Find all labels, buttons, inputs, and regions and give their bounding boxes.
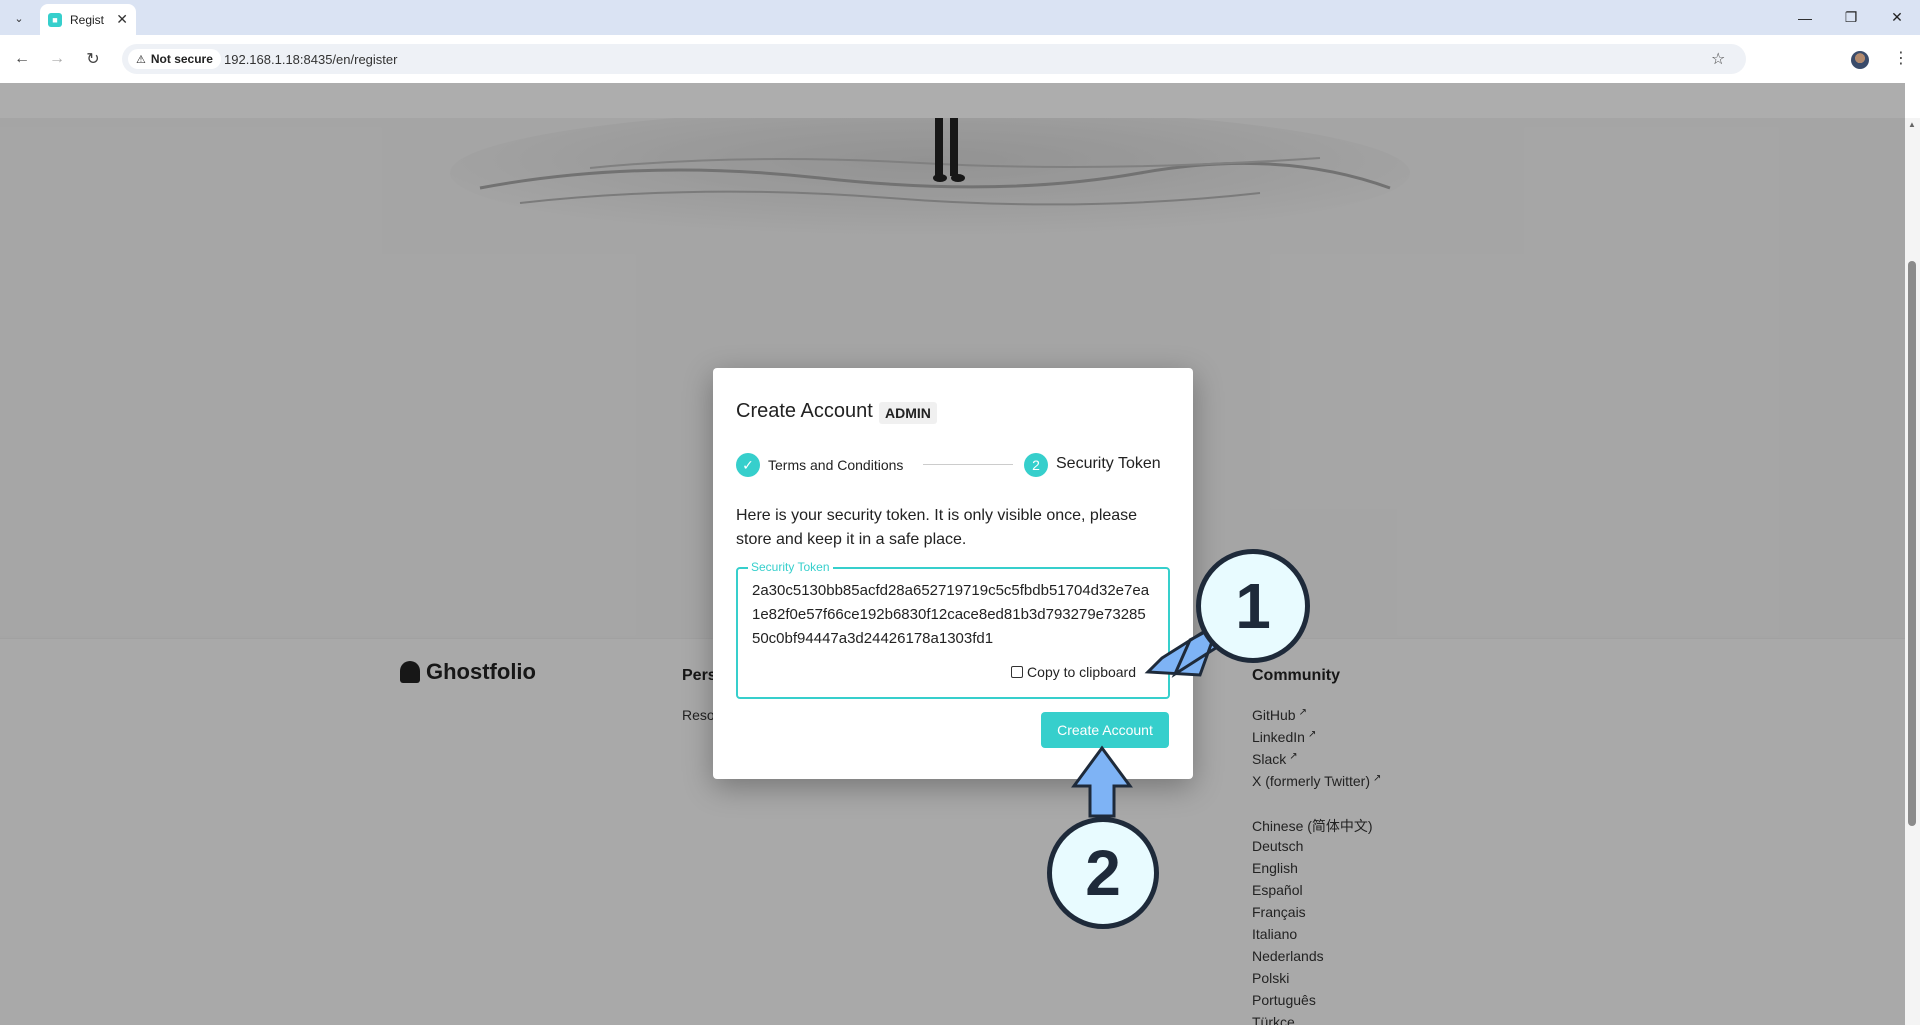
- reload-icon[interactable]: ↻: [82, 48, 104, 70]
- create-account-button[interactable]: Create Account: [1041, 712, 1169, 748]
- annotation-marker-1: 1: [1196, 549, 1310, 663]
- check-icon[interactable]: ✓: [736, 453, 760, 477]
- star-icon[interactable]: ☆: [1711, 49, 1725, 69]
- stepper-connector: [923, 464, 1013, 465]
- window-close-button[interactable]: ✕: [1874, 0, 1920, 35]
- security-token-field[interactable]: Security Token 2a30c5130bb85acfd28a65271…: [736, 560, 1170, 699]
- tab-title: Regist: [70, 12, 105, 27]
- active-tab[interactable]: ■ Regist ✕: [40, 4, 136, 35]
- scroll-up-arrow[interactable]: ▲: [1908, 120, 1916, 129]
- admin-badge: ADMIN: [879, 402, 937, 424]
- security-label: Not secure: [150, 52, 213, 66]
- create-account-dialog: Create Account ADMIN ✓ Terms and Conditi…: [713, 368, 1193, 779]
- warning-icon: ⚠: [136, 53, 146, 66]
- chevron-down-icon: ⌄: [14, 12, 24, 25]
- tab-search-button[interactable]: ⌄: [8, 7, 30, 29]
- ghostfolio-favicon-icon: ■: [48, 12, 62, 27]
- kebab-icon[interactable]: ⋮: [1893, 48, 1909, 68]
- dialog-message: Here is your security token. It is only …: [736, 507, 1138, 548]
- scroll-thumb[interactable]: [1908, 261, 1916, 826]
- step-number-badge[interactable]: 2: [1024, 453, 1048, 477]
- tab-strip: ⌄ ■ Regist ✕ — ❐ ✕: [0, 0, 1920, 35]
- dialog-title: Create Account: [736, 400, 873, 422]
- security-token-value[interactable]: 2a30c5130bb85acfd28a652719719c5c5fbdb517…: [752, 579, 1152, 651]
- copy-label: Copy to clipboard: [1027, 664, 1136, 680]
- copy-to-clipboard-button[interactable]: Copy to clipboard: [1011, 664, 1136, 680]
- step-terms-label[interactable]: Terms and Conditions: [768, 457, 903, 473]
- minimize-button[interactable]: —: [1782, 0, 1828, 35]
- forward-icon[interactable]: →: [46, 48, 68, 70]
- url-text[interactable]: 192.168.1.18:8435/en/register: [224, 52, 397, 67]
- close-icon[interactable]: ✕: [116, 11, 128, 28]
- profile-avatar[interactable]: [1851, 51, 1869, 69]
- security-token-label: Security Token: [748, 560, 833, 574]
- restore-button[interactable]: ❐: [1828, 0, 1874, 35]
- annotation-marker-2: 2: [1047, 817, 1159, 929]
- step-security-token-label[interactable]: Security Token: [1056, 455, 1161, 473]
- back-icon[interactable]: ←: [11, 48, 33, 70]
- security-indicator[interactable]: ⚠ Not secure: [128, 49, 221, 69]
- copy-icon: [1011, 666, 1024, 678]
